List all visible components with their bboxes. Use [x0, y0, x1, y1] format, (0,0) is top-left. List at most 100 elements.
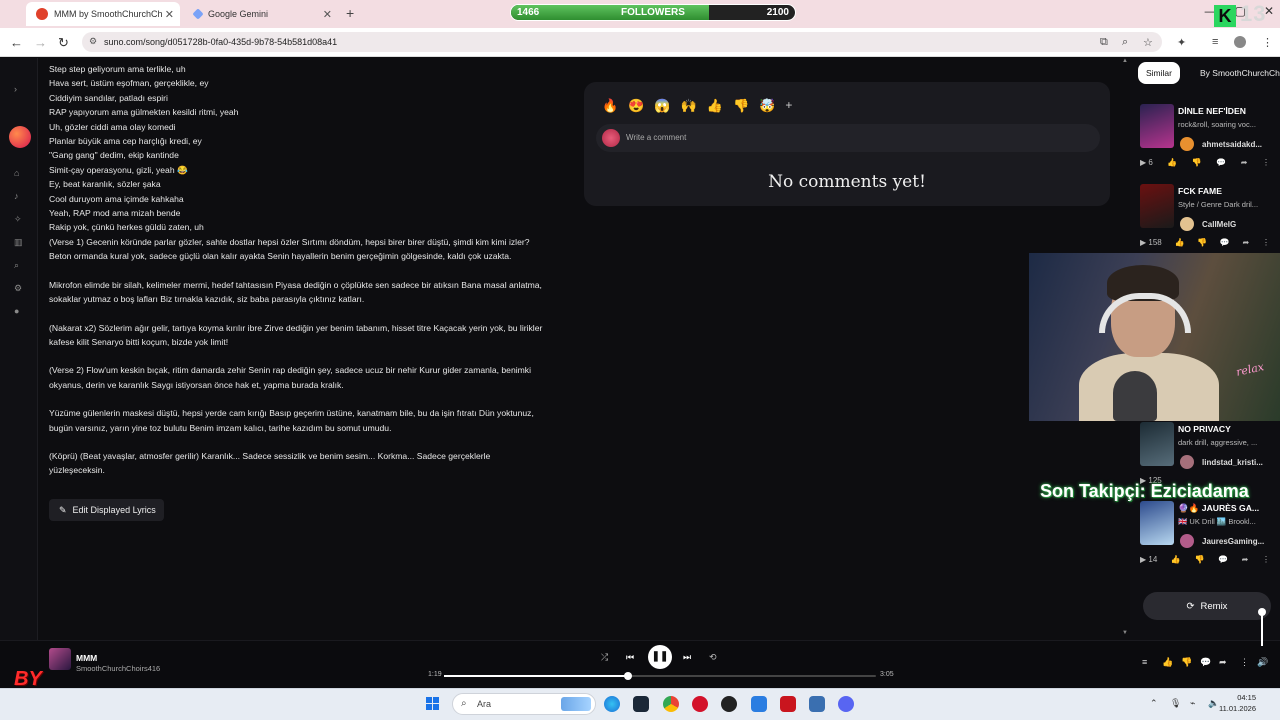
create-icon[interactable]: ♪	[14, 191, 19, 201]
speaker-tray-icon[interactable]: 🔈	[1208, 698, 1219, 709]
taskbar-search[interactable]: ⌕ Ara	[452, 693, 596, 715]
scream-reaction-icon[interactable]: 😱	[654, 98, 670, 114]
share-icon[interactable]: ➦	[1243, 238, 1250, 247]
dislike-icon[interactable]: 👎	[1197, 238, 1207, 247]
queue-icon[interactable]: ≡	[1142, 657, 1147, 667]
play-count[interactable]: ▶ 14	[1140, 555, 1157, 564]
dislike-icon[interactable]: 👎	[1181, 657, 1192, 668]
shuffle-icon[interactable]: ⤮	[601, 652, 608, 663]
volume-icon[interactable]: 🔊	[1257, 657, 1268, 668]
heart-eyes-reaction-icon[interactable]: 😍	[628, 98, 644, 114]
comment-icon[interactable]: 💬	[1220, 238, 1230, 247]
expand-sidebar-icon[interactable]: ›	[14, 84, 17, 94]
like-icon[interactable]: 👍	[1171, 555, 1181, 564]
song-menu-icon[interactable]: ⋮	[1262, 238, 1270, 247]
progress-bar[interactable]	[444, 672, 876, 680]
song-card[interactable]: FCK FAME Style / Genre Dark dril... Call…	[1140, 184, 1280, 252]
previous-icon[interactable]: ⏮	[626, 652, 634, 663]
app-blue-icon[interactable]	[809, 696, 825, 712]
tab-search-icon[interactable]: ≡	[1212, 36, 1218, 48]
share-icon[interactable]: ➦	[1242, 555, 1249, 564]
remix-button[interactable]: ⟳ Remix	[1143, 592, 1271, 620]
zoom-icon[interactable]: ⌕	[1122, 36, 1128, 49]
chrome-icon[interactable]	[663, 696, 679, 712]
share-icon[interactable]: ➦	[1241, 158, 1248, 167]
song-card[interactable]: DİNLE NEF'İDEN rock&roll, soaring voc...…	[1140, 104, 1280, 172]
comment-icon[interactable]: 💬	[1216, 158, 1226, 167]
song-user[interactable]: CallMeIG	[1202, 220, 1236, 229]
song-card[interactable]: NO PRIVACY dark drill, aggressive, ... l…	[1140, 422, 1280, 490]
extensions-icon[interactable]: ✦	[1177, 36, 1186, 49]
notifications-icon[interactable]: ●	[14, 306, 19, 316]
network-icon[interactable]: ⌁	[1190, 698, 1195, 709]
steam-icon[interactable]	[633, 696, 649, 712]
raised-hands-reaction-icon[interactable]: 🙌	[681, 98, 697, 114]
song-user[interactable]: lindstad_kristi...	[1202, 458, 1263, 467]
tab-suno[interactable]: MMM by SmoothChurchCh ✕	[26, 2, 180, 26]
reload-icon[interactable]: ↻	[58, 35, 69, 51]
comment-icon[interactable]: 💬	[1200, 657, 1211, 668]
avatar	[1180, 455, 1194, 469]
now-playing-artist[interactable]: SmoothChurchChoirs416	[76, 664, 160, 673]
song-user[interactable]: ahmetsaidakd...	[1202, 140, 1262, 149]
discord-icon[interactable]	[838, 696, 854, 712]
tab-similar[interactable]: Similar	[1138, 62, 1180, 84]
like-icon[interactable]: 👍	[1174, 238, 1184, 247]
edit-lyrics-button[interactable]: ✎ Edit Displayed Lyrics	[49, 499, 164, 521]
search-icon[interactable]: ⌕	[14, 260, 19, 271]
add-reaction-icon[interactable]: +	[785, 98, 792, 114]
like-icon[interactable]: 👍	[1167, 158, 1177, 167]
comment-icon[interactable]: 💬	[1218, 555, 1228, 564]
forward-icon[interactable]: →	[34, 35, 47, 50]
play-count[interactable]: ▶ 6	[1140, 158, 1153, 167]
microphone-tray-icon[interactable]: 🎙	[1170, 698, 1181, 709]
close-tab-icon[interactable]: ✕	[323, 8, 332, 21]
tab-gemini[interactable]: Google Gemini ✕	[184, 2, 338, 26]
next-icon[interactable]: ⏭	[683, 652, 691, 663]
system-clock[interactable]: 04:15 11.01.2026	[1219, 692, 1256, 714]
app-red-icon[interactable]	[780, 696, 796, 712]
tab-by-artist[interactable]: By SmoothChurchCho	[1192, 62, 1280, 84]
edit-lyrics-label: Edit Displayed Lyrics	[72, 505, 156, 515]
bookmark-star-icon[interactable]: ☆	[1143, 36, 1153, 49]
home-icon[interactable]: ⌂	[14, 168, 19, 178]
close-tab-icon[interactable]: ✕	[165, 8, 174, 21]
site-info-icon[interactable]: ⚙	[89, 36, 97, 47]
more-options-icon[interactable]: ⋮	[1240, 657, 1249, 668]
now-playing-title[interactable]: MMM	[76, 653, 97, 663]
mind-blown-reaction-icon[interactable]: 🤯	[759, 98, 775, 114]
pause-button[interactable]: ❚❚	[648, 645, 672, 669]
play-count[interactable]: ▶ 158	[1140, 238, 1162, 247]
dislike-icon[interactable]: 👎	[1192, 158, 1202, 167]
browser-menu-icon[interactable]: ⋮	[1262, 36, 1273, 49]
comment-input[interactable]: Write a comment	[596, 124, 1100, 152]
cast-icon[interactable]: ⧉	[1100, 36, 1108, 49]
song-menu-icon[interactable]: ⋮	[1262, 158, 1270, 167]
song-user[interactable]: JauresGaming...	[1202, 537, 1264, 546]
volume-handle[interactable]	[1258, 608, 1266, 616]
thumbs-up-reaction-icon[interactable]: 👍	[707, 98, 723, 114]
suno-logo[interactable]	[9, 126, 31, 148]
opera-icon[interactable]	[692, 696, 708, 712]
song-card[interactable]: 🔮🔥 JAURÈS GA... 🇬🇧 UK Drill 🏙️ Brookl...…	[1140, 501, 1280, 569]
obs-icon[interactable]	[721, 696, 737, 712]
new-tab-icon[interactable]: +	[346, 5, 354, 21]
settings-icon[interactable]: ⚙	[14, 283, 22, 294]
edge-icon[interactable]	[604, 696, 620, 712]
start-button-icon[interactable]	[426, 697, 440, 711]
profile-avatar[interactable]	[1234, 36, 1246, 48]
now-playing-cover[interactable]	[49, 648, 71, 670]
url-field[interactable]: ⚙ suno.com/song/d051728b-0fa0-435d-9b78-…	[82, 32, 1162, 52]
paint-icon[interactable]	[751, 696, 767, 712]
like-icon[interactable]: 👍	[1162, 657, 1173, 668]
repeat-icon[interactable]: ⟲	[709, 652, 717, 663]
explore-icon[interactable]: ✧	[14, 214, 22, 225]
tray-overflow-icon[interactable]: ⌃	[1150, 698, 1158, 709]
song-menu-icon[interactable]: ⋮	[1262, 555, 1270, 564]
library-icon[interactable]: ▥	[14, 237, 23, 248]
back-icon[interactable]: ←	[10, 35, 23, 50]
fire-reaction-icon[interactable]: 🔥	[602, 98, 618, 114]
thumbs-down-reaction-icon[interactable]: 👎	[733, 98, 749, 114]
dislike-icon[interactable]: 👎	[1194, 555, 1204, 564]
share-icon[interactable]: ➦	[1219, 657, 1227, 668]
